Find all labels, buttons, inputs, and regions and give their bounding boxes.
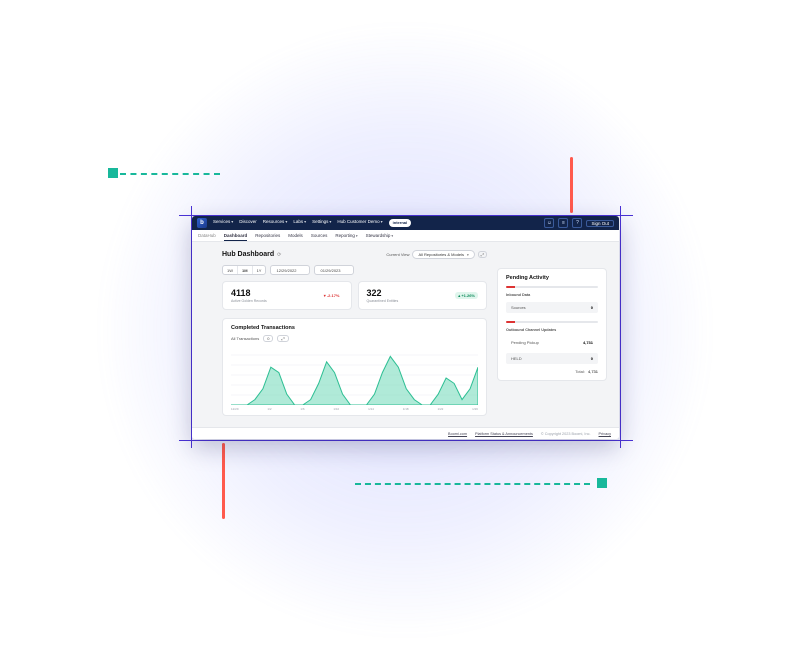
x-tick: 1/18 [403, 407, 409, 411]
row-value: 0 [591, 305, 593, 310]
chart-card: Completed Transactions All Transactions … [222, 318, 487, 416]
date-to-input[interactable]: 01/29/2023 [314, 265, 354, 275]
outbound-bar [506, 321, 598, 323]
nav-settings[interactable]: Settings [312, 219, 331, 227]
segment-1w[interactable]: 1W [223, 266, 237, 274]
tab-dashboard[interactable]: Dashboard [224, 231, 248, 241]
decor-frame-line [620, 206, 621, 448]
section-label: DataHub [198, 233, 216, 238]
group-outbound-label: Outbound Channel Updates [506, 328, 598, 332]
footer: Boomi.com Platform Status & Announcement… [192, 427, 619, 439]
date-from-input[interactable]: 12/29/2022 [270, 265, 310, 275]
sign-out-button[interactable]: Sign Out [586, 220, 614, 227]
expand-icon[interactable]: ⤢ [478, 251, 487, 258]
outbound-total: Total: 4,731 [506, 369, 598, 374]
nav-resources[interactable]: Resources [263, 219, 288, 227]
row-pending-pickup[interactable]: Pending Pickup 4,731 [506, 337, 598, 348]
kpi-label: Quarantined Entities [367, 299, 399, 303]
nav-services[interactable]: Services [213, 219, 233, 227]
footer-link-privacy[interactable]: Privacy [599, 432, 611, 436]
transactions-chart [231, 345, 478, 405]
chart-title: Completed Transactions [231, 325, 478, 331]
env-badge: internal [389, 219, 411, 227]
decor-dashed-line [120, 173, 220, 175]
decor-red-bar [570, 157, 573, 213]
panel-title: Pending Activity [506, 275, 598, 281]
chart-x-axis: 12/29 1/2 1/6 1/10 1/14 1/18 1/22 1/26 [231, 407, 478, 411]
decor-square [108, 168, 118, 178]
row-sources[interactable]: Sources 0 [506, 302, 598, 313]
brand-logo[interactable]: b [197, 218, 207, 228]
segment-1m[interactable]: 1M [237, 266, 252, 274]
kpi-delta: ▾ -2.17% [321, 292, 343, 299]
x-tick: 1/14 [368, 407, 374, 411]
topbar: b Services Discover Resources Labs Setti… [192, 216, 619, 230]
page-body: Hub Dashboard ⟳ Current View All Reposit… [192, 242, 619, 420]
range-segment: 1W 1M 1Y [222, 265, 266, 275]
nav-account[interactable]: Hub Customer Demo [337, 219, 382, 227]
footer-link-boomi[interactable]: Boomi.com [448, 432, 467, 436]
row-label: HELD [511, 356, 522, 361]
group-inbound-label: Inbound Data [506, 293, 598, 297]
tab-models[interactable]: Models [288, 231, 303, 240]
x-tick: 1/2 [267, 407, 271, 411]
view-dropdown-value: All Repositories & Models [418, 252, 464, 257]
tab-sources[interactable]: Sources [311, 231, 328, 240]
user-icon[interactable]: ☺ [544, 218, 554, 228]
row-value: 0 [591, 356, 593, 361]
decor-frame-line [179, 440, 633, 441]
topbar-right: ☺ ≡ ? Sign Out [544, 218, 614, 228]
decor-square [597, 478, 607, 488]
decor-red-bar [222, 443, 225, 519]
x-tick: 1/10 [333, 407, 339, 411]
chart-expand-icon[interactable]: ⤢ [277, 335, 288, 342]
kpi-value: 4118 [231, 288, 267, 298]
nav-discover[interactable]: Discover [239, 219, 257, 227]
kpi-value: 322 [367, 288, 399, 298]
chart-controls: All Transactions 0 ⤢ [231, 335, 478, 342]
kpi-row: 4118 Active Golden Records ▾ -2.17% 322 … [222, 281, 487, 310]
pending-activity-panel: Pending Activity Inbound Data Sources 0 … [497, 268, 607, 381]
main-column: Hub Dashboard ⟳ Current View All Reposit… [222, 250, 487, 416]
chart-series-label: All Transactions [231, 336, 259, 341]
kpi-delta: ▴ +1.26% [455, 292, 478, 299]
app-window: b Services Discover Resources Labs Setti… [192, 216, 619, 439]
row-held[interactable]: HELD 0 [506, 353, 598, 364]
kpi-golden-records: 4118 Active Golden Records ▾ -2.17% [222, 281, 352, 310]
view-selector: Current View All Repositories & Models ⤢ [386, 250, 487, 259]
page-header: Hub Dashboard ⟳ Current View All Reposit… [222, 250, 487, 259]
date-filters: 1W 1M 1Y 12/29/2022 01/29/2023 [222, 265, 487, 275]
tab-repositories[interactable]: Repositories [255, 231, 280, 240]
row-label: Pending Pickup [511, 340, 539, 345]
x-tick: 1/26 [472, 407, 478, 411]
side-column: Pending Activity Inbound Data Sources 0 … [497, 250, 607, 416]
x-tick: 1/6 [300, 407, 304, 411]
row-label: Sources [511, 305, 526, 310]
tab-reporting[interactable]: Reporting [335, 231, 357, 240]
activity-icon[interactable]: ≡ [558, 218, 568, 228]
footer-link-status[interactable]: Platform Status & Announcements [475, 432, 533, 436]
kpi-label: Active Golden Records [231, 299, 267, 303]
kpi-quarantined: 322 Quarantined Entities ▴ +1.26% [358, 281, 488, 310]
chart-series-count[interactable]: 0 [263, 335, 273, 342]
decor-dashed-line [355, 483, 590, 485]
footer-copyright: © Copyright 2023 Boomi, Inc. [541, 432, 591, 436]
x-tick: 12/29 [231, 407, 239, 411]
tab-stewardship[interactable]: Stewardship [366, 231, 394, 240]
chart-area-series [231, 356, 478, 405]
current-view-label: Current View [386, 252, 409, 257]
nav-labs[interactable]: Labs [293, 219, 306, 227]
x-tick: 1/22 [437, 407, 443, 411]
help-icon[interactable]: ? [572, 218, 582, 228]
refresh-icon[interactable]: ⟳ [277, 252, 281, 258]
view-dropdown[interactable]: All Repositories & Models [412, 250, 474, 259]
page-title: Hub Dashboard [222, 251, 274, 258]
segment-1y[interactable]: 1Y [252, 266, 266, 274]
primary-nav: Services Discover Resources Labs Setting… [213, 219, 411, 227]
secondary-tabs: DataHub Dashboard Repositories Models So… [192, 230, 619, 242]
row-value: 4,731 [583, 340, 593, 345]
inbound-bar [506, 286, 598, 288]
